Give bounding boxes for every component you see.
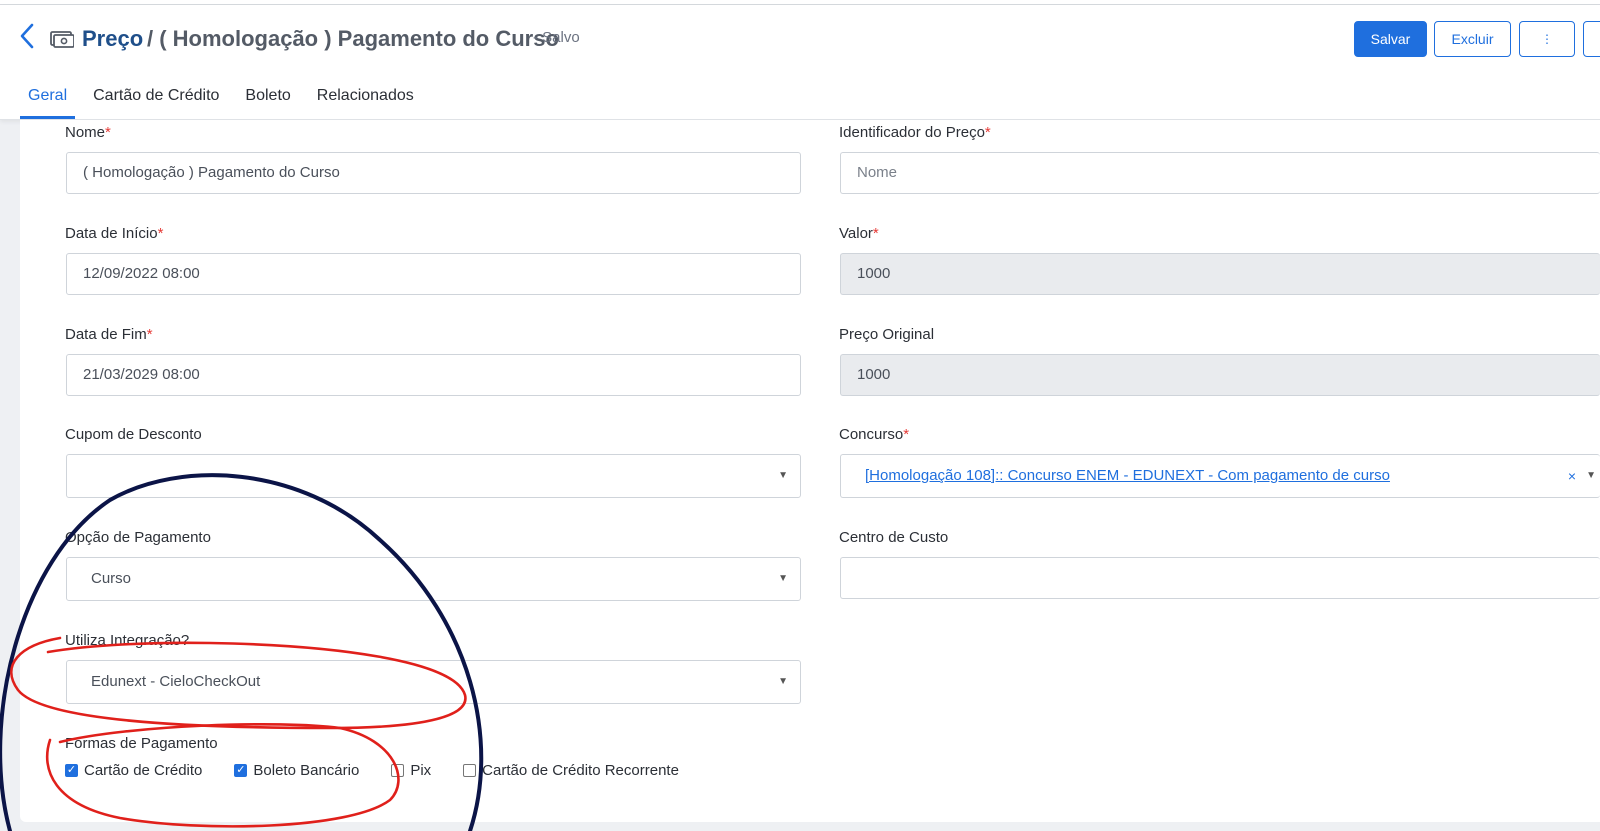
checkbox-cartao-credito[interactable]: ✓ Cartão de Crédito <box>65 762 202 779</box>
checkbox-pix[interactable]: Pix <box>391 762 431 779</box>
concurso-select[interactable]: [Homologação 108]:: Concurso ENEM - EDUN… <box>840 454 1600 498</box>
breadcrumb: / ( Homologação ) Pagamento do Curso <box>147 26 559 51</box>
tab-geral[interactable]: Geral <box>20 75 76 119</box>
checkbox-boleto-bancario[interactable]: ✓ Boleto Bancário <box>234 762 359 779</box>
identificador-label: Identificador do Preço* <box>839 124 991 141</box>
nome-label: Nome* <box>65 124 111 141</box>
chevron-left-icon[interactable] <box>16 21 38 51</box>
tab-bar: Geral Cartão de Crédito Boleto Relaciona… <box>20 75 432 119</box>
integracao-label: Utiliza Integração? <box>65 632 190 649</box>
caret-down-icon: ▼ <box>778 573 788 584</box>
integracao-select[interactable]: Edunext - CieloCheckOut ▼ <box>66 660 801 704</box>
valor-input: 1000 <box>840 253 1600 295</box>
formas-pagamento-label: Formas de Pagamento <box>65 735 218 752</box>
concurso-label: Concurso* <box>839 426 910 443</box>
save-button[interactable]: Salvar <box>1354 21 1427 57</box>
centro-custo-input[interactable] <box>840 557 1600 599</box>
checkbox-unchecked[interactable] <box>391 764 405 777</box>
page-header: Preço / ( Homologação ) Pagamento do Cur… <box>0 5 1600 120</box>
more-options-button[interactable]: ⋮ <box>1519 21 1575 57</box>
caret-down-icon: ▼ <box>778 470 788 481</box>
caret-down-icon[interactable]: ▼ <box>1586 455 1596 497</box>
preco-original-input: 1000 <box>840 354 1600 396</box>
caret-down-icon: ▼ <box>778 676 788 687</box>
identificador-input[interactable]: Nome <box>840 152 1600 194</box>
tab-boleto[interactable]: Boleto <box>237 75 298 119</box>
save-status: - Salvo <box>533 29 580 46</box>
checkbox-label: Pix <box>410 762 432 779</box>
cupom-label: Cupom de Desconto <box>65 426 202 443</box>
checkbox-label: Cartão de Crédito <box>84 762 203 779</box>
page-title[interactable]: Preço <box>82 26 143 52</box>
opcao-pagamento-select[interactable]: Curso ▼ <box>66 557 801 601</box>
checkbox-cartao-recorrente[interactable]: Cartão de Crédito Recorrente <box>463 762 679 779</box>
money-icon <box>50 31 74 48</box>
checkbox-label: Boleto Bancário <box>253 762 360 779</box>
data-inicio-input[interactable]: 12/09/2022 08:00 <box>66 253 801 295</box>
nome-input[interactable]: ( Homologação ) Pagamento do Curso <box>66 152 801 194</box>
extra-action-button[interactable] <box>1583 21 1600 57</box>
formas-pagamento-group: ✓ Cartão de Crédito ✓ Boleto Bancário Pi… <box>65 762 711 779</box>
checkbox-unchecked[interactable] <box>463 764 477 777</box>
cupom-select[interactable]: ▼ <box>66 454 801 498</box>
delete-button[interactable]: Excluir <box>1434 21 1511 57</box>
data-inicio-label: Data de Início* <box>65 225 164 242</box>
checkbox-checked[interactable]: ✓ <box>234 764 248 777</box>
tab-relacionados[interactable]: Relacionados <box>309 75 422 119</box>
checkbox-checked[interactable]: ✓ <box>65 764 78 777</box>
data-fim-input[interactable]: 21/03/2029 08:00 <box>66 354 801 396</box>
clear-icon[interactable]: × <box>1568 455 1576 497</box>
checkbox-label: Cartão de Crédito Recorrente <box>482 762 679 779</box>
opcao-pagamento-label: Opção de Pagamento <box>65 529 211 546</box>
valor-label: Valor* <box>839 225 879 242</box>
tab-cartao-de-credito[interactable]: Cartão de Crédito <box>85 75 227 119</box>
data-fim-label: Data de Fim* <box>65 326 153 343</box>
centro-custo-label: Centro de Custo <box>839 529 949 546</box>
preco-original-label: Preço Original <box>839 326 935 343</box>
concurso-link[interactable]: [Homologação 108]:: Concurso ENEM - EDUN… <box>865 467 1390 484</box>
